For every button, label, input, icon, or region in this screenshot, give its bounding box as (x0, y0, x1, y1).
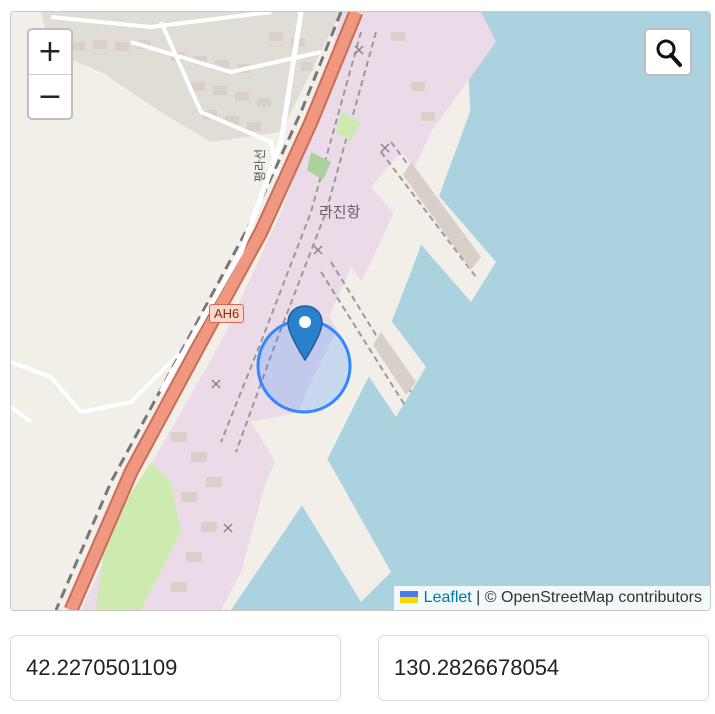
zoom-in-button[interactable]: + (29, 30, 71, 74)
latitude-input[interactable] (10, 635, 341, 701)
location-marker-icon[interactable] (286, 304, 324, 364)
osm-attribution-text: © OpenStreetMap contributors (484, 589, 702, 606)
map-attribution: Leaflet | © OpenStreetMap contributors (393, 586, 710, 610)
magnifier-icon (656, 39, 682, 67)
attribution-separator: | (471, 589, 485, 606)
road-label: 평라선 (253, 148, 267, 182)
zoom-out-button[interactable]: − (29, 74, 71, 118)
highway-shield-label: AH6 (209, 304, 245, 323)
longitude-input[interactable] (378, 635, 709, 701)
map-view[interactable]: 라진항 평라선 AH6 + − Leaflet | © OpenStreetMa… (10, 11, 711, 611)
port-name-label: 라진항 (319, 203, 361, 221)
leaflet-link[interactable]: Leaflet (424, 589, 472, 606)
zoom-control: + − (27, 28, 73, 120)
search-button[interactable] (644, 28, 692, 76)
map-tiles[interactable] (11, 12, 710, 610)
ukraine-flag-icon (399, 591, 418, 603)
